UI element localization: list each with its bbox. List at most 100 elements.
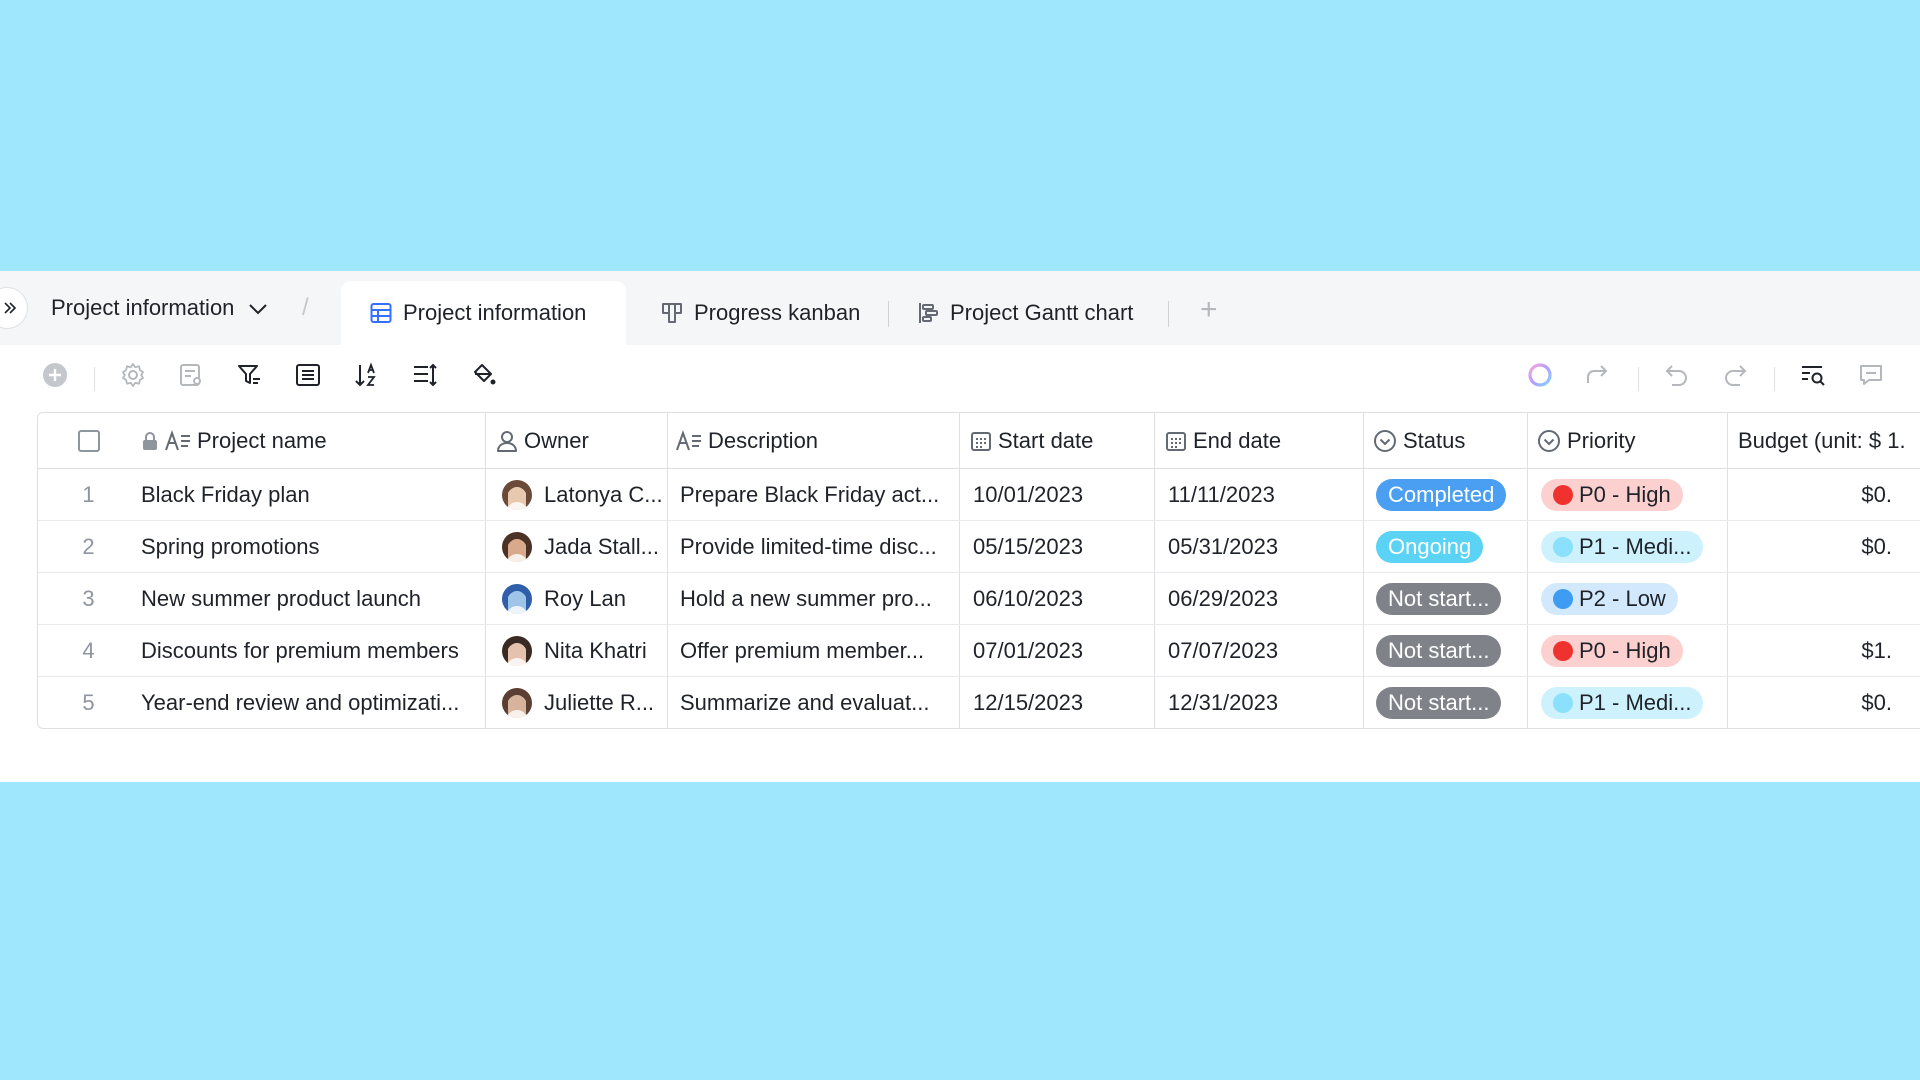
cell-status[interactable]: Ongoing [1363,521,1527,572]
add-record-button[interactable] [39,359,71,391]
cell-budget[interactable]: $1. [1727,625,1920,676]
priority-dot [1553,640,1573,661]
comment-icon [1860,365,1882,385]
app-window: Project information / Project informatio… [0,271,1920,782]
column-header-description[interactable]: Description [667,413,959,468]
cell-project-name[interactable]: Black Friday plan [139,469,485,520]
budget-value: $0. [1861,533,1892,559]
tab-label: Project Gantt chart [950,300,1134,325]
column-header-end-date[interactable]: End date [1154,413,1363,468]
cell-project-name[interactable]: Discounts for premium members [139,625,485,676]
cell-description[interactable]: Summarize and evaluat... [667,677,959,728]
undo-button[interactable] [1661,359,1693,391]
filter-icon [238,365,260,384]
cell-end-date[interactable]: 06/29/2023 [1154,573,1363,624]
row-height-button[interactable] [409,359,441,391]
share-button[interactable] [1582,359,1614,391]
cell-description[interactable]: Provide limited-time disc... [667,521,959,572]
cell-priority[interactable]: P0 - High [1527,625,1727,676]
cell-owner[interactable]: Latonya C... [485,469,667,520]
status-badge: Completed [1376,478,1507,511]
cell-end-date[interactable]: 12/31/2023 [1154,677,1363,728]
select-all-checkbox[interactable] [77,429,100,452]
ai-assistant-button[interactable] [1524,359,1556,391]
search-button[interactable] [1797,359,1829,391]
cell-project-name[interactable]: Year-end review and optimizati... [139,677,485,728]
single-select-icon [1538,429,1560,452]
priority-label: P1 - Medi... [1579,533,1692,559]
cell-status[interactable]: Not start... [1363,573,1527,624]
field-settings-button[interactable] [175,359,207,391]
cell-start-date[interactable]: 07/01/2023 [959,625,1154,676]
cell-owner[interactable]: Nita Khatri [485,625,667,676]
cell-start-date[interactable]: 10/01/2023 [959,469,1154,520]
column-header-status[interactable]: Status [1363,413,1527,468]
priority-badge: P1 - Medi... [1541,686,1704,719]
cell-start-date[interactable]: 12/15/2023 [959,677,1154,728]
cell-project-name[interactable]: Spring promotions [139,521,485,572]
breadcrumb-label: Project information [51,295,235,320]
group-list-icon [296,364,320,386]
tab-project-information[interactable]: Project information [341,281,627,345]
cell-priority[interactable]: P1 - Medi... [1527,521,1727,572]
table-row[interactable]: 2 Spring promotions Jada Stall... Provide l… [38,521,1920,573]
table-row[interactable]: 4 Discounts for premium members Nita Khatr… [38,625,1920,677]
cell-end-date[interactable]: 05/31/2023 [1154,521,1363,572]
column-header-priority[interactable]: Priority [1527,413,1727,468]
cell-budget[interactable]: $0. [1727,521,1920,572]
cell-status[interactable]: Not start... [1363,677,1527,728]
cell-priority[interactable]: P0 - High [1527,469,1727,520]
add-view-button[interactable]: + [1200,295,1218,325]
status-badge: Not start... [1376,686,1502,719]
form-settings-icon [180,364,201,386]
cell-start-date[interactable]: 06/10/2023 [959,573,1154,624]
table-row[interactable]: 1 Black Friday plan Latonya C... Prepare Bl… [38,469,1920,521]
lock-icon [143,431,157,450]
cell-status[interactable]: Not start... [1363,625,1527,676]
cell-budget[interactable] [1727,573,1920,624]
column-header-start-date[interactable]: Start date [959,413,1154,468]
budget-value: $1. [1861,637,1892,663]
column-header-label: Owner [524,427,589,453]
cell-start-date[interactable]: 05/15/2023 [959,521,1154,572]
settings-button[interactable] [117,359,149,391]
cell-owner[interactable]: Jada Stall... [485,521,667,572]
cell-project-name[interactable]: New summer product launch [139,573,485,624]
cell-description[interactable]: Offer premium member... [667,625,959,676]
group-button[interactable] [292,359,324,391]
column-header-budget[interactable]: Budget (unit: $ 1. [1727,413,1920,468]
cell-description[interactable]: Prepare Black Friday act... [667,469,959,520]
owner-name: Latonya C... [544,481,663,507]
cell-budget[interactable]: $0. [1727,469,1920,520]
comments-button[interactable] [1855,359,1887,391]
table-row[interactable]: 3 New summer product launch Roy Lan Hold a … [38,573,1920,625]
filter-button[interactable] [233,359,265,391]
end-date-text: 11/11/2023 [1168,481,1275,507]
avatar [502,635,532,666]
cell-end-date[interactable]: 07/07/2023 [1154,625,1363,676]
expand-sidebar-button[interactable] [0,287,28,329]
cell-description[interactable]: Hold a new summer pro... [667,573,959,624]
cell-priority[interactable]: P2 - Low [1527,573,1727,624]
select-all-cell [38,413,139,468]
cell-priority[interactable]: P1 - Medi... [1527,677,1727,728]
column-header-project-name[interactable]: Project name [139,413,485,468]
owner-name: Juliette R... [544,689,655,715]
tab-progress-kanban[interactable]: Progress kanban [660,281,860,345]
text-field-icon [676,429,701,450]
cell-status[interactable]: Completed [1363,469,1527,520]
tab-project-gantt-chart[interactable]: Project Gantt chart [916,281,1133,345]
sort-button[interactable] [351,359,383,391]
breadcrumb-table-selector[interactable]: Project information [51,292,270,324]
column-header-owner[interactable]: Owner [485,413,667,468]
fill-color-button[interactable] [468,359,500,391]
row-number: 5 [82,689,95,715]
cell-end-date[interactable]: 11/11/2023 [1154,469,1363,520]
table-row[interactable]: 5 Year-end review and optimizati... Juliet… [38,677,1920,728]
cell-owner[interactable]: Juliette R... [485,677,667,728]
cell-owner[interactable]: Roy Lan [485,573,667,624]
tab-divider [888,301,889,327]
cell-budget[interactable]: $0. [1727,677,1920,728]
gear-icon [122,363,144,387]
redo-button[interactable] [1719,359,1751,391]
